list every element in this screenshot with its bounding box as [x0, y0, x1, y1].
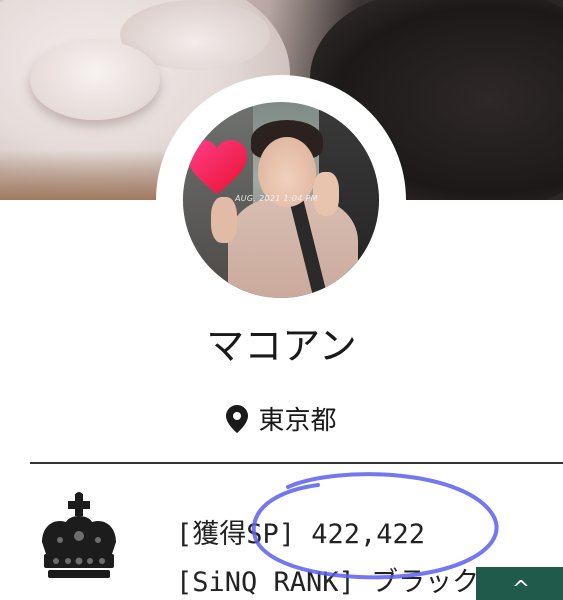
photo-timestamp: AUG. 2021 1:04 PM	[235, 194, 318, 203]
user-name: マコアン	[206, 324, 357, 368]
section-divider	[30, 462, 563, 464]
chevron-up-icon: ^	[511, 577, 531, 600]
sinq-rank: [SiNQ RANK] ブラック	[176, 567, 480, 598]
profile-page: AUG. 2021 1:04 PM マコアン 東京都 [獲得SP] 422,42…	[0, 0, 563, 600]
user-location: 東京都	[0, 400, 563, 437]
heart-sticker-icon	[187, 140, 247, 194]
location-label: 東京都	[258, 406, 337, 436]
avatar-photo: AUG. 2021 1:04 PM	[183, 102, 379, 298]
earned-sp: [獲得SP] 422,422	[176, 519, 426, 550]
crown-icon	[42, 492, 116, 578]
scroll-to-top-button[interactable]: ^	[476, 567, 563, 600]
avatar[interactable]: AUG. 2021 1:04 PM	[156, 75, 406, 325]
map-pin-icon	[226, 404, 249, 433]
